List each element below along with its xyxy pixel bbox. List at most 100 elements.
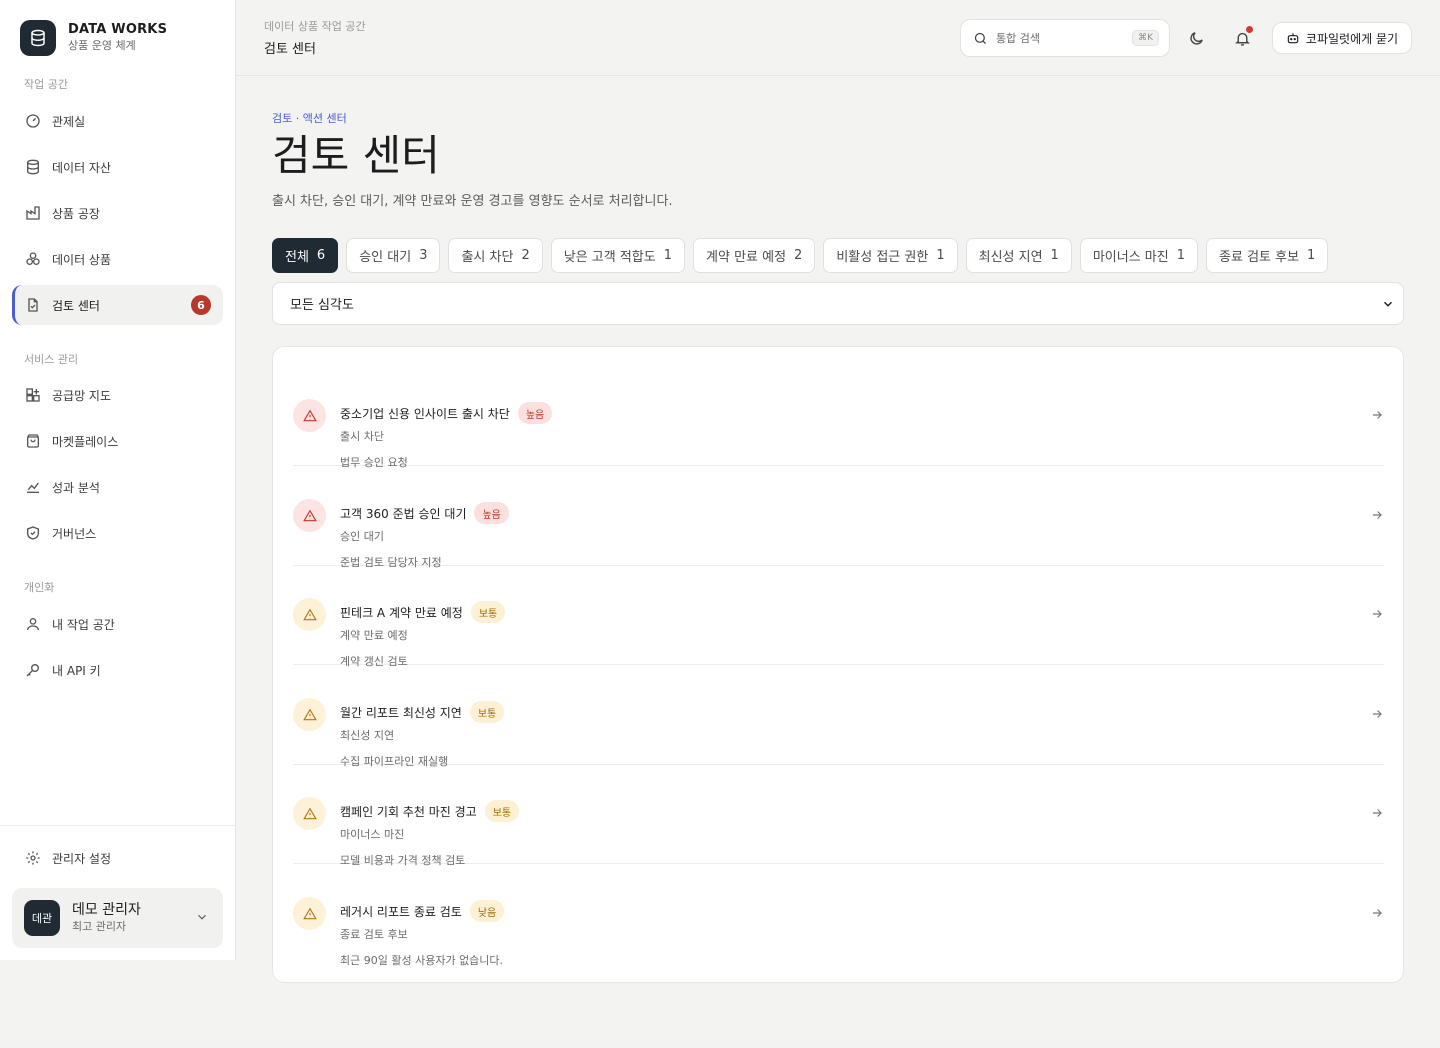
severity-badge: 높음 (517, 402, 553, 424)
review-item-title: 월간 리포트 최신성 지연 (340, 705, 462, 720)
filter-tab-contract-expiring[interactable]: 계약 만료 예정 2 (693, 238, 816, 273)
moon-icon (1188, 30, 1205, 47)
filter-tab-pending-approval[interactable]: 승인 대기 3 (346, 238, 441, 273)
sidebar-item-review-center[interactable]: 검토 센터 6 (12, 285, 223, 325)
filter-tab-launch-blocked[interactable]: 출시 차단 2 (448, 238, 543, 273)
review-item-category: 마이너스 마진 (340, 828, 405, 841)
arrow-right-icon (1370, 806, 1384, 820)
review-item-category: 최신성 지연 (340, 729, 395, 742)
review-item-title: 캠페인 기회 추천 마진 경고 (340, 804, 477, 819)
sidebar-item-label: 관리자 설정 (52, 851, 112, 866)
bot-icon (1286, 31, 1300, 45)
alert-triangle-icon (293, 897, 326, 930)
filter-tab-negative-margin[interactable]: 마이너스 마진 1 (1079, 238, 1199, 273)
sidebar-item-label: 성과 분석 (52, 480, 100, 495)
sidebar-item-governance[interactable]: 거버넌스 (12, 513, 223, 553)
review-item[interactable]: 월간 리포트 최신성 지연 보통 최신성 지연 수집 파이프라인 재실행 (293, 665, 1384, 768)
review-item[interactable]: 중소기업 신용 인사이트 출시 차단 높음 출시 차단 법무 승인 요청 (293, 366, 1384, 469)
alert-triangle-icon (293, 698, 326, 731)
sidebar-item-api-keys[interactable]: 내 API 키 (12, 650, 223, 690)
review-item-category: 출시 차단 (340, 430, 384, 443)
sidebar-item-control-room[interactable]: 관제실 (12, 101, 223, 141)
arrow-right-icon (1370, 607, 1384, 621)
filter-tab-inactive-access[interactable]: 비활성 접근 권한 1 (823, 238, 958, 273)
brand[interactable]: DATA WORKS 상품 운영 체계 (20, 20, 167, 56)
arrow-right-icon (1370, 707, 1384, 721)
severity-select-value: 모든 심각도 (290, 298, 354, 313)
sidebar-item-label: 내 API 키 (52, 663, 101, 678)
review-item[interactable]: 고객 360 준법 승인 대기 높음 승인 대기 준법 검토 담당자 지정 (293, 466, 1384, 569)
sidebar-item-label: 거버넌스 (52, 526, 97, 541)
sidebar-item-my-workspace[interactable]: 내 작업 공간 (12, 604, 223, 644)
grid-plus-icon (24, 386, 42, 404)
review-item-category: 계약 만료 예정 (340, 629, 408, 642)
search-icon (973, 31, 988, 46)
page-description: 출시 차단, 승인 대기, 계약 만료와 운영 경고를 영향도 순서로 처리합니… (272, 194, 673, 209)
sidebar-item-analytics[interactable]: 성과 분석 (12, 467, 223, 507)
theme-toggle-button[interactable] (1184, 26, 1208, 50)
review-item-action: 최근 90일 활성 사용자가 없습니다. (340, 954, 504, 967)
severity-badge: 낮음 (469, 900, 505, 922)
sidebar: DATA WORKS 상품 운영 체계 작업 공간 관제실 데이터 자산 상품 … (0, 0, 236, 960)
chevron-down-icon (195, 910, 209, 924)
review-count-badge: 6 (191, 295, 211, 315)
gear-icon (24, 849, 42, 867)
review-item-title: 중소기업 신용 인사이트 출시 차단 (340, 406, 510, 421)
severity-badge: 보통 (470, 601, 506, 623)
sidebar-item-label: 상품 공장 (52, 206, 100, 221)
topbar-breadcrumb: 데이터 상품 작업 공간 (264, 20, 366, 33)
filter-tabs: 전체 6 승인 대기 3 출시 차단 2 낮은 고객 적합도 1 계약 만료 예정 2 비… (272, 238, 1329, 273)
review-list: 중소기업 신용 인사이트 출시 차단 높음 출시 차단 법무 승인 요청 고객 3… (272, 346, 1404, 983)
sidebar-item-product-factory[interactable]: 상품 공장 (12, 193, 223, 233)
review-item[interactable]: 캠페인 기회 추천 마진 경고 보통 마이너스 마진 모델 비용과 가격 정책 검… (293, 764, 1384, 867)
search-placeholder: 통합 검색 (996, 32, 1040, 45)
sidebar-item-data-products[interactable]: 데이터 상품 (12, 239, 223, 279)
copilot-button[interactable]: 코파일럿에게 묻기 (1272, 22, 1412, 54)
sidebar-item-label: 데이터 자산 (52, 160, 112, 175)
severity-select[interactable]: 모든 심각도 (272, 282, 1404, 325)
review-item[interactable]: 레거시 리포트 종료 검토 낮음 종료 검토 후보 최근 90일 활성 사용자가 … (293, 864, 1384, 967)
brand-subtitle: 상품 운영 체계 (68, 39, 136, 52)
arrow-right-icon (1370, 408, 1384, 422)
severity-badge: 보통 (484, 800, 520, 822)
line-chart-icon (24, 478, 42, 496)
sidebar-item-label: 내 작업 공간 (52, 617, 115, 632)
copilot-label: 코파일럿에게 묻기 (1305, 31, 1399, 46)
user-menu[interactable]: 데관 데모 관리자 최고 관리자 (12, 888, 223, 948)
topbar: 데이터 상품 작업 공간 검토 센터 통합 검색 ⌘K 코파일럿에게 묻기 (236, 0, 1440, 76)
user-icon (24, 615, 42, 633)
shopping-bag-icon (24, 432, 42, 450)
arrow-right-icon (1370, 906, 1384, 920)
filter-tab-low-fit[interactable]: 낮은 고객 적합도 1 (550, 238, 686, 273)
filter-tab-all[interactable]: 전체 6 (272, 238, 339, 273)
sidebar-divider (0, 825, 235, 826)
file-check-icon (24, 296, 42, 314)
alert-triangle-icon (293, 499, 326, 532)
review-item[interactable]: 핀테크 A 계약 만료 예정 보통 계약 만료 예정 계약 갱신 검토 (293, 565, 1384, 668)
avatar: 데관 (24, 900, 60, 936)
arrow-right-icon (1370, 508, 1384, 522)
sidebar-item-supply-map[interactable]: 공급망 지도 (12, 375, 223, 415)
alert-triangle-icon (293, 797, 326, 830)
database-icon (24, 158, 42, 176)
chevron-down-icon (1381, 297, 1395, 311)
search-shortcut: ⌘K (1132, 30, 1159, 46)
sidebar-item-label: 데이터 상품 (52, 252, 112, 267)
sidebar-item-label: 검토 센터 (52, 298, 100, 313)
factory-icon (24, 204, 42, 222)
section-label-personal: 개인화 (24, 581, 55, 594)
breadcrumb[interactable]: 검토 · 액션 센터 (272, 110, 347, 126)
sidebar-item-marketplace[interactable]: 마켓플레이스 (12, 421, 223, 461)
filter-tab-freshness-delay[interactable]: 최신성 지연 1 (965, 238, 1072, 273)
alert-triangle-icon (293, 598, 326, 631)
notifications-button[interactable] (1230, 26, 1254, 50)
sidebar-item-label: 마켓플레이스 (52, 434, 119, 449)
topbar-title: 검토 센터 (264, 42, 316, 57)
key-icon (24, 661, 42, 679)
sidebar-item-admin-settings[interactable]: 관리자 설정 (12, 838, 223, 878)
section-label-workspace: 작업 공간 (24, 78, 68, 91)
alert-triangle-icon (293, 399, 326, 432)
filter-tab-sunset-candidate[interactable]: 종료 검토 후보 1 (1206, 238, 1329, 273)
search-input[interactable]: 통합 검색 ⌘K (960, 19, 1170, 57)
sidebar-item-data-assets[interactable]: 데이터 자산 (12, 147, 223, 187)
